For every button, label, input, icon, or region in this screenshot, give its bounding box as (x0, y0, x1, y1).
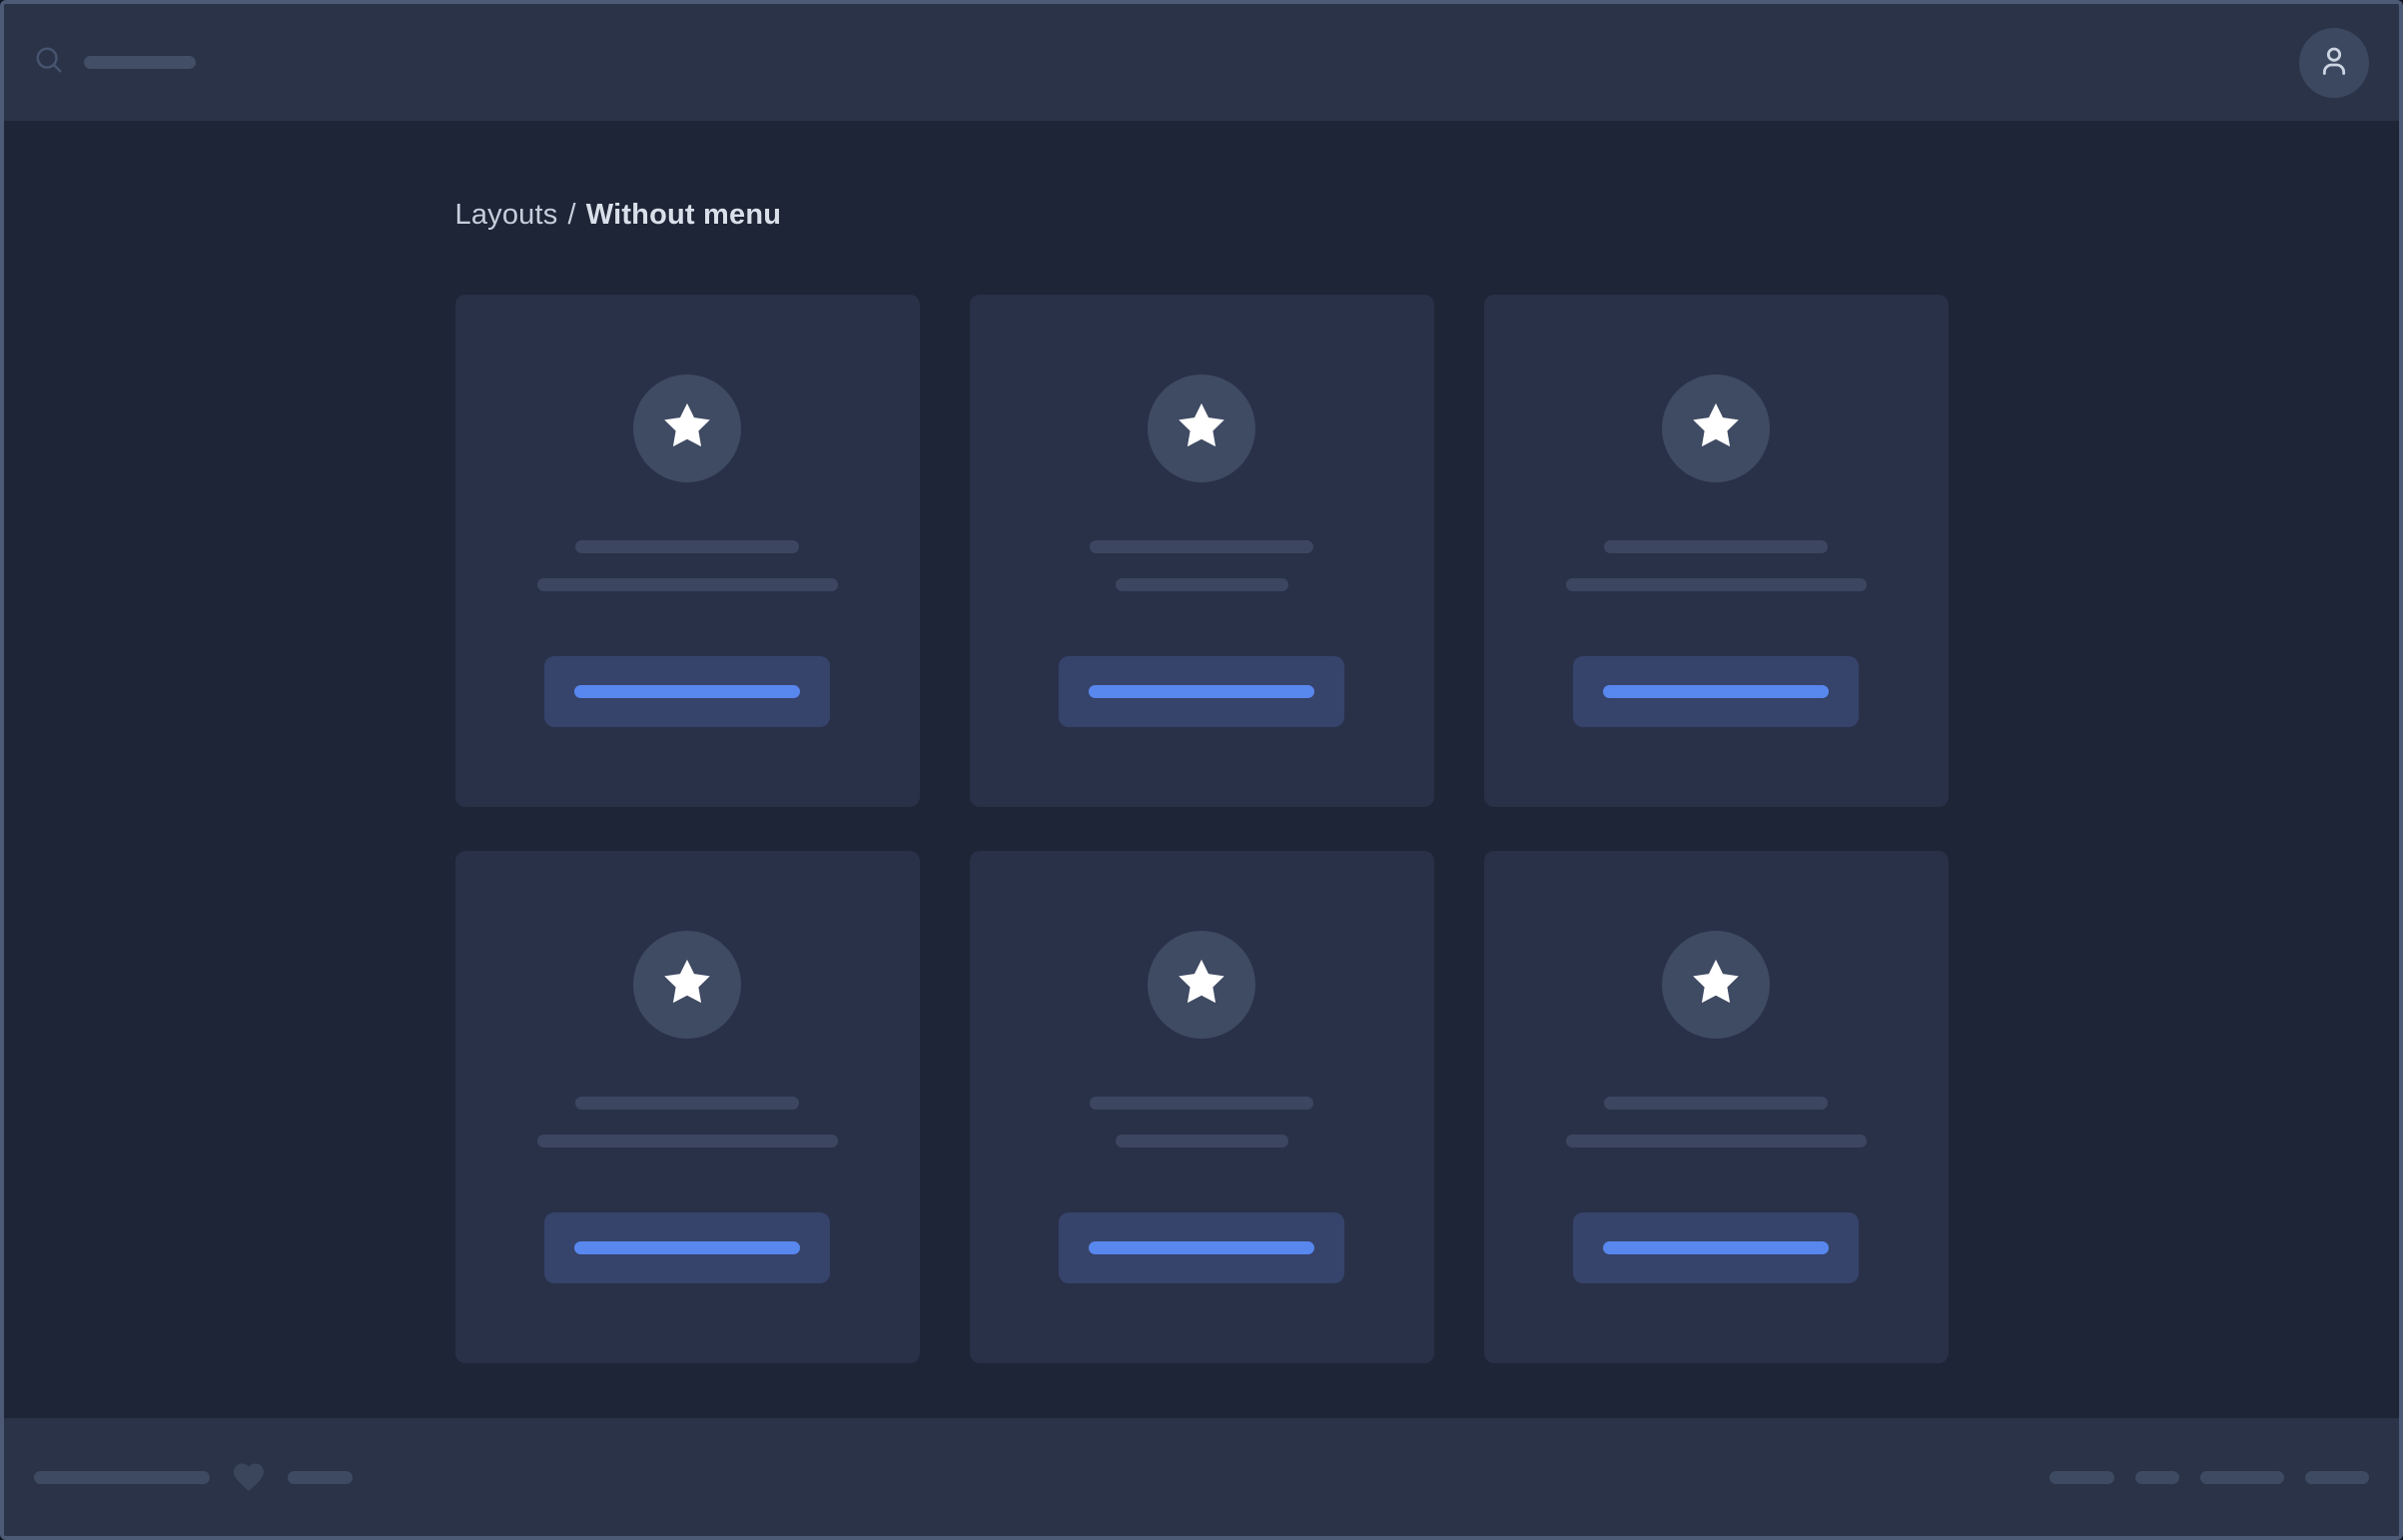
card-action-button[interactable] (1059, 656, 1344, 727)
breadcrumb-link-layouts[interactable]: Layouts (455, 199, 558, 231)
footer-link-skeleton[interactable] (2200, 1471, 2284, 1484)
button-label-skeleton (1089, 685, 1314, 698)
card-action-button[interactable] (544, 1212, 830, 1283)
button-label-skeleton (1603, 1241, 1829, 1254)
user-icon (2314, 41, 2354, 84)
footer-text-skeleton (288, 1471, 353, 1484)
card-title-skeleton (1090, 540, 1313, 553)
card-subtitle-skeleton (537, 1135, 838, 1148)
content-area: Layouts / Without menu (4, 121, 2399, 1418)
card-subtitle-skeleton (1566, 1135, 1867, 1148)
app-window: Layouts / Without menu (0, 0, 2403, 1540)
card-action-button[interactable] (544, 656, 830, 727)
top-bar (4, 4, 2399, 121)
breadcrumb: Layouts / Without menu (455, 197, 1949, 233)
card-title-skeleton (1604, 1097, 1828, 1110)
footer-link-skeleton[interactable] (2049, 1471, 2114, 1484)
card-subtitle-skeleton (1566, 578, 1867, 591)
card-action-button[interactable] (1573, 656, 1859, 727)
card (970, 295, 1434, 807)
star-icon (1690, 400, 1742, 457)
card-avatar (1662, 931, 1770, 1039)
card-title-skeleton (575, 1097, 799, 1110)
card (1484, 851, 1949, 1363)
card-grid (455, 295, 1949, 1363)
card-avatar (1148, 375, 1255, 482)
card-avatar (633, 375, 741, 482)
card-title-skeleton (1090, 1097, 1313, 1110)
button-label-skeleton (574, 685, 800, 698)
card-avatar (1662, 375, 1770, 482)
card-avatar (633, 931, 741, 1039)
star-icon (1176, 957, 1227, 1014)
card (1484, 295, 1949, 807)
card-title-skeleton (1604, 540, 1828, 553)
breadcrumb-separator: / (567, 199, 575, 231)
card (970, 851, 1434, 1363)
search-placeholder-skeleton (84, 56, 196, 69)
card-subtitle-skeleton (1116, 1135, 1288, 1148)
footer-link-skeleton[interactable] (2135, 1471, 2179, 1484)
star-icon (1690, 957, 1742, 1014)
button-label-skeleton (1603, 685, 1829, 698)
footer-links-group (2049, 1471, 2369, 1484)
button-label-skeleton (574, 1241, 800, 1254)
star-icon (661, 400, 713, 457)
star-icon (661, 957, 713, 1014)
card-subtitle-skeleton (537, 578, 838, 591)
button-label-skeleton (1089, 1241, 1314, 1254)
search-input[interactable] (34, 45, 196, 80)
footer-link-skeleton[interactable] (2305, 1471, 2369, 1484)
card-title-skeleton (575, 540, 799, 553)
card (455, 851, 920, 1363)
card-avatar (1148, 931, 1255, 1039)
star-icon (1176, 400, 1227, 457)
card-action-button[interactable] (1059, 1212, 1344, 1283)
heart-icon (230, 1459, 268, 1495)
footer-text-skeleton (34, 1471, 210, 1484)
card-subtitle-skeleton (1116, 578, 1288, 591)
breadcrumb-current-page: Without menu (586, 199, 781, 231)
card (455, 295, 920, 807)
search-icon (34, 45, 64, 80)
user-menu-button[interactable] (2299, 28, 2369, 98)
footer-left-group (34, 1459, 353, 1495)
card-action-button[interactable] (1573, 1212, 1859, 1283)
footer-bar (4, 1418, 2399, 1536)
